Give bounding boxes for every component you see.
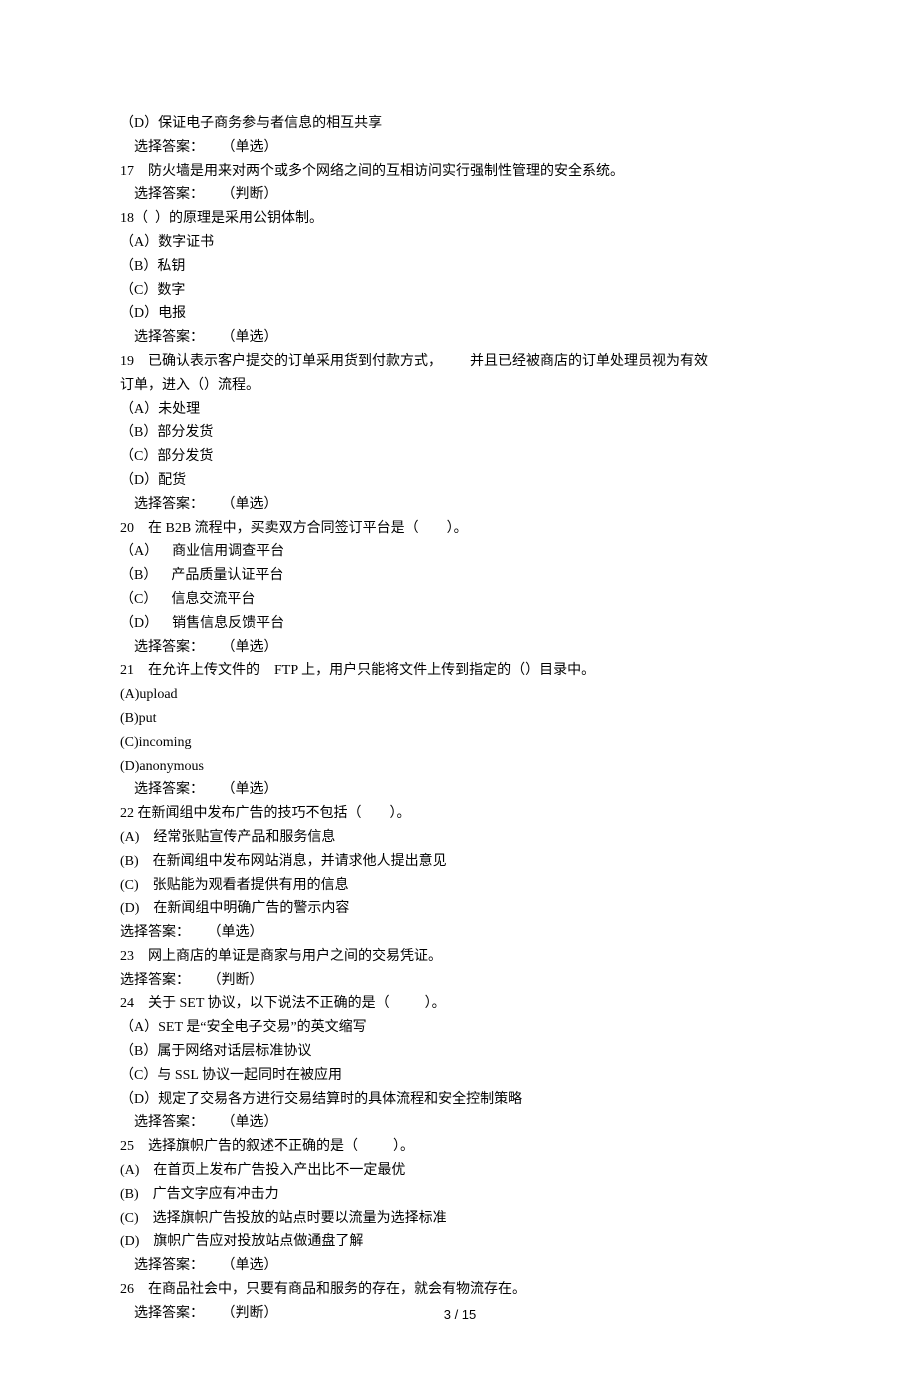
text-line: （D）规定了交易各方进行交易结算时的具体流程和安全控制策略: [120, 1088, 800, 1112]
text-line: 订单，进入（）流程。: [120, 374, 800, 398]
text-line: 17 防火墙是用来对两个或多个网络之间的互相访问实行强制性管理的安全系统。: [120, 160, 800, 184]
text-line: 26 在商品社会中，只要有商品和服务的存在，就会有物流存在。: [120, 1278, 800, 1302]
text-line: （D） 销售信息反馈平台: [120, 612, 800, 636]
text-line: 选择答案： （判断）: [120, 183, 800, 207]
text-line: （C）与 SSL 协议一起同时在被应用: [120, 1064, 800, 1088]
text-line: 23 网上商店的单证是商家与用户之间的交易凭证。: [120, 945, 800, 969]
text-line: 24 关于 SET 协议，以下说法不正确的是（ ）。: [120, 992, 800, 1016]
text-line: (C) 张贴能为观看者提供有用的信息: [120, 874, 800, 898]
text-line: （C）部分发货: [120, 445, 800, 469]
text-line: （C）数字: [120, 279, 800, 303]
text-line: (C) 选择旗帜广告投放的站点时要以流量为选择标准: [120, 1207, 800, 1231]
text-line: 选择答案： （单选）: [120, 636, 800, 660]
text-line: 选择答案： （单选）: [120, 493, 800, 517]
text-line: (D)anonymous: [120, 755, 800, 779]
text-line: （D）电报: [120, 302, 800, 326]
text-line: 选择答案： （单选）: [120, 778, 800, 802]
text-line: （B）部分发货: [120, 421, 800, 445]
text-line: (B)put: [120, 707, 800, 731]
text-line: (D) 旗帜广告应对投放站点做通盘了解: [120, 1230, 800, 1254]
text-line: (B) 广告文字应有冲击力: [120, 1183, 800, 1207]
text-line: 选择答案： （判断）: [120, 969, 800, 993]
text-line: （B）私钥: [120, 255, 800, 279]
text-line: (A) 在首页上发布广告投入产出比不一定最优: [120, 1159, 800, 1183]
text-line: （D）保证电子商务参与者信息的相互共享: [120, 112, 800, 136]
text-line: (D) 在新闻组中明确广告的警示内容: [120, 897, 800, 921]
text-line: （A）数字证书: [120, 231, 800, 255]
text-line: （B） 产品质量认证平台: [120, 564, 800, 588]
text-line: （A）SET 是“安全电子交易”的英文缩写: [120, 1016, 800, 1040]
text-line: 19 已确认表示客户提交的订单采用货到付款方式， 并且已经被商店的订单处理员视为…: [120, 350, 800, 374]
text-line: 25 选择旗帜广告的叙述不正确的是（ ）。: [120, 1135, 800, 1159]
text-line: （A）未处理: [120, 398, 800, 422]
document-page: （D）保证电子商务参与者信息的相互共享 选择答案： （单选）17 防火墙是用来对…: [0, 0, 920, 1386]
text-line: （C） 信息交流平台: [120, 588, 800, 612]
text-line: （D）配货: [120, 469, 800, 493]
text-line: (C)incoming: [120, 731, 800, 755]
text-line: 22 在新闻组中发布广告的技巧不包括（ ）。: [120, 802, 800, 826]
text-line: 选择答案： （单选）: [120, 1111, 800, 1135]
text-line: 18（ ）的原理是采用公钥体制。: [120, 207, 800, 231]
text-line: (A)upload: [120, 683, 800, 707]
content-body: （D）保证电子商务参与者信息的相互共享 选择答案： （单选）17 防火墙是用来对…: [120, 112, 800, 1326]
text-line: 21 在允许上传文件的 FTP 上，用户只能将文件上传到指定的（）目录中。: [120, 659, 800, 683]
text-line: 20 在 B2B 流程中，买卖双方合同签订平台是（ ）。: [120, 517, 800, 541]
text-line: 选择答案： （单选）: [120, 921, 800, 945]
text-line: （B）属于网络对话层标准协议: [120, 1040, 800, 1064]
text-line: (A) 经常张贴宣传产品和服务信息: [120, 826, 800, 850]
page-footer: 3 / 15: [0, 1304, 920, 1326]
text-line: (B) 在新闻组中发布网站消息，并请求他人提出意见: [120, 850, 800, 874]
text-line: 选择答案： （单选）: [120, 136, 800, 160]
text-line: （A） 商业信用调查平台: [120, 540, 800, 564]
text-line: 选择答案： （单选）: [120, 326, 800, 350]
text-line: 选择答案： （单选）: [120, 1254, 800, 1278]
